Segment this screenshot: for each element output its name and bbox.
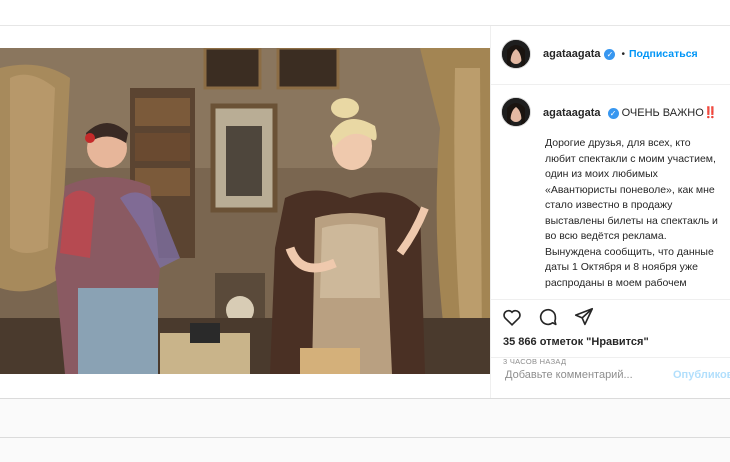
caption-line: Дорогие друзья, для всех, кто [545,137,691,149]
heart-icon[interactable] [501,306,525,330]
caption-line: один из моих любимых [545,168,658,180]
caption-line: выставлены билеты на спектакль и [545,214,718,227]
caption-line: распроданы в моем рабочем [545,276,687,289]
post-header: agataagata ✓ • Подписаться [491,38,730,70]
caption-line: даты 1 Октября и 8 ноября уже [545,261,698,273]
post-sidebar: agataagata ✓ • Подписаться agataagata ✓ … [490,26,730,398]
caption-header: agataagata ✓ ОЧЕНЬ ВАЖНО‼️ [501,97,717,127]
username[interactable]: agataagata [543,48,600,60]
action-icons [501,306,597,330]
publish-button[interactable]: Опубликовать [673,369,730,381]
avatar[interactable] [501,39,531,69]
caption-title: ОЧЕНЬ ВАЖНО‼️ [621,106,718,119]
caption-first-line: agataagata ✓ ОЧЕНЬ ВАЖНО‼️ [543,106,717,119]
bottom-bar [0,437,730,462]
top-navigation-bar [0,0,730,26]
caption-area: agataagata ✓ ОЧЕНЬ ВАЖНО‼️ Дорогие друзь… [491,85,730,299]
separator-dot: • [621,48,625,60]
verified-badge-icon: ✓ [607,107,619,119]
caption-line: стало известно в продажу [545,199,673,211]
likes-count[interactable]: 35 866 отметок "Нравится" [503,336,649,348]
caption-line: любит спектакли с моим участием, [545,152,716,165]
stage-photo-illustration [0,48,490,374]
share-icon[interactable] [573,306,597,330]
caption-username[interactable]: agataagata [543,107,600,119]
comment-input[interactable] [503,368,657,382]
caption-line: Вынуждена сообщить, что данные [545,245,714,258]
avatar-image [502,98,530,126]
caption-body: Дорогие друзья, для всех, кто любит спек… [545,136,730,291]
comment-icon[interactable] [537,306,561,330]
post-container: agataagata ✓ • Подписаться agataagata ✓ … [0,25,730,399]
post-photo[interactable] [0,48,490,374]
comment-row: Опубликовать [491,357,730,398]
verified-badge-icon: ✓ [604,48,616,60]
caption-line: «Авантюристы поневоле», как мне [545,183,715,196]
caption-avatar[interactable] [501,97,531,127]
avatar-image [502,40,530,68]
caption-line: во всю ведётся реклама. [545,230,667,242]
follow-button[interactable]: Подписаться [629,48,698,60]
